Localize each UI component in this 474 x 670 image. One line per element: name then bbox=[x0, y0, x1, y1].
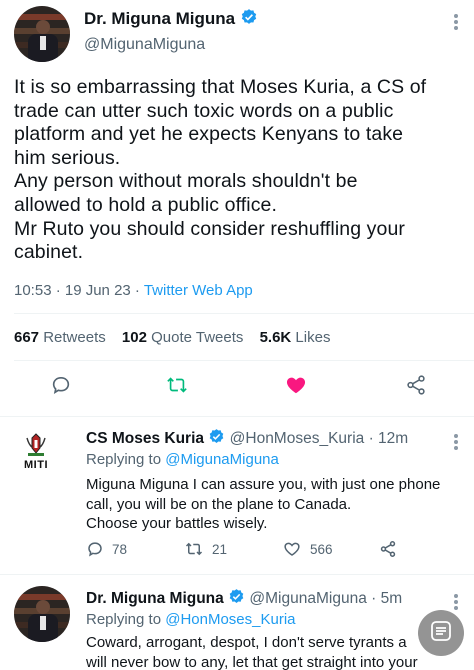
tweet-text-line: It is so embarrassing that Moses Kuria, … bbox=[14, 76, 427, 98]
reply-text-line: Choose your battles wisely. bbox=[86, 515, 268, 532]
retweet-button[interactable]: 21 bbox=[184, 540, 227, 558]
more-icon[interactable] bbox=[454, 592, 458, 612]
more-icon[interactable] bbox=[454, 12, 458, 32]
tweet-text-line: allowed to hold a public office. bbox=[14, 193, 278, 216]
reply-text-line: call, you will be on the plane to Canada… bbox=[86, 495, 352, 513]
reply-author[interactable]: CS Moses Kuria @HonMoses_Kuria · 12m bbox=[86, 428, 408, 450]
reply-text: Miguna Miguna I can assure you, with jus… bbox=[86, 475, 466, 534]
reply-text: Coward, arrogant, despot, I don't serve … bbox=[86, 633, 472, 670]
reply-text-line: Coward, arrogant, despot, I don't serve … bbox=[86, 634, 407, 651]
tweet-text: It is so embarrassing that Moses Kuria, … bbox=[14, 76, 466, 265]
tweet-text-line: Mr Ruto you should consider reshuffling … bbox=[14, 217, 405, 240]
like-button[interactable]: 566 bbox=[282, 540, 333, 558]
reply-text-line: Miguna Miguna I can assure you, with jus… bbox=[86, 476, 441, 493]
reader-icon bbox=[429, 619, 453, 648]
reply-button[interactable]: 78 bbox=[86, 540, 127, 558]
author-handle[interactable]: @MigunaMiguna bbox=[249, 590, 366, 607]
retweet-icon bbox=[184, 540, 204, 558]
share-icon bbox=[404, 374, 428, 396]
share-button[interactable] bbox=[378, 540, 398, 558]
heart-icon bbox=[284, 374, 308, 396]
verified-icon bbox=[228, 588, 245, 610]
retweet-button[interactable] bbox=[165, 374, 189, 396]
share-button[interactable] bbox=[404, 374, 428, 396]
quotes-stat[interactable]: 102 Quote Tweets bbox=[122, 329, 243, 346]
author-handle[interactable]: @HonMoses_Kuria bbox=[230, 430, 365, 447]
mention-link[interactable]: @MigunaMiguna bbox=[165, 451, 279, 468]
miti-logo-text: MITI bbox=[24, 459, 48, 471]
tweet-text-line: platform and yet he expects Kenyans to t… bbox=[14, 123, 404, 146]
reply-text-line: will never bow to any, let that get stra… bbox=[86, 653, 418, 670]
tweet-timestamp: 10:53 · 19 Jun 23 · Twitter Web App bbox=[14, 282, 253, 299]
likes-stat[interactable]: 5.6K Likes bbox=[260, 329, 331, 346]
miti-logo[interactable]: MITI bbox=[24, 432, 48, 478]
reply-button[interactable] bbox=[50, 374, 72, 396]
reader-button[interactable] bbox=[418, 610, 464, 656]
avatar[interactable] bbox=[14, 6, 70, 62]
like-count: 566 bbox=[310, 541, 333, 557]
coat-of-arms-icon bbox=[26, 433, 46, 456]
divider bbox=[14, 313, 474, 314]
reply-count: 78 bbox=[112, 541, 128, 557]
reply-time: · 12m bbox=[368, 430, 409, 448]
mention-link[interactable]: @HonMoses_Kuria bbox=[165, 611, 295, 628]
tweet-text-line: him serious. bbox=[14, 146, 121, 169]
reply-author[interactable]: Dr. Miguna Miguna @MigunaMiguna · 5m bbox=[86, 588, 402, 610]
retweet-icon bbox=[165, 374, 189, 396]
replying-to: Replying to @HonMoses_Kuria bbox=[86, 611, 296, 628]
share-icon bbox=[378, 540, 398, 558]
divider bbox=[14, 360, 474, 361]
divider bbox=[0, 416, 474, 417]
verified-icon bbox=[240, 8, 258, 31]
tweet-author[interactable]: Dr. Miguna Miguna bbox=[84, 8, 258, 31]
more-icon[interactable] bbox=[454, 432, 458, 452]
reply-time: · 5m bbox=[371, 590, 403, 608]
retweets-stat[interactable]: 667 Retweets bbox=[14, 329, 106, 346]
author-handle[interactable]: @MigunaMiguna bbox=[84, 36, 205, 54]
tweet-text-line: trade can utter such toxic words on a pu… bbox=[14, 99, 394, 122]
like-button[interactable] bbox=[284, 374, 308, 396]
heart-icon bbox=[282, 540, 302, 558]
divider bbox=[0, 574, 474, 575]
tweet-text-line: Any person without morals shouldn't be bbox=[14, 170, 358, 193]
reply-icon bbox=[86, 540, 104, 558]
tweet-stats: 667 Retweets 102 Quote Tweets 5.6K Likes bbox=[14, 329, 342, 346]
retweet-count: 21 bbox=[212, 541, 228, 557]
verified-icon bbox=[208, 428, 225, 450]
author-name[interactable]: CS Moses Kuria bbox=[86, 430, 204, 447]
avatar[interactable] bbox=[14, 586, 70, 642]
replying-to: Replying to @MigunaMiguna bbox=[86, 451, 279, 468]
tweet-text-line: cabinet. bbox=[14, 241, 84, 264]
tweet-source-link[interactable]: Twitter Web App bbox=[144, 282, 253, 299]
author-name[interactable]: Dr. Miguna Miguna bbox=[84, 9, 235, 28]
author-name[interactable]: Dr. Miguna Miguna bbox=[86, 590, 224, 607]
timestamp-text[interactable]: 10:53 · 19 Jun 23 · bbox=[14, 282, 144, 299]
reply-icon bbox=[50, 374, 72, 396]
